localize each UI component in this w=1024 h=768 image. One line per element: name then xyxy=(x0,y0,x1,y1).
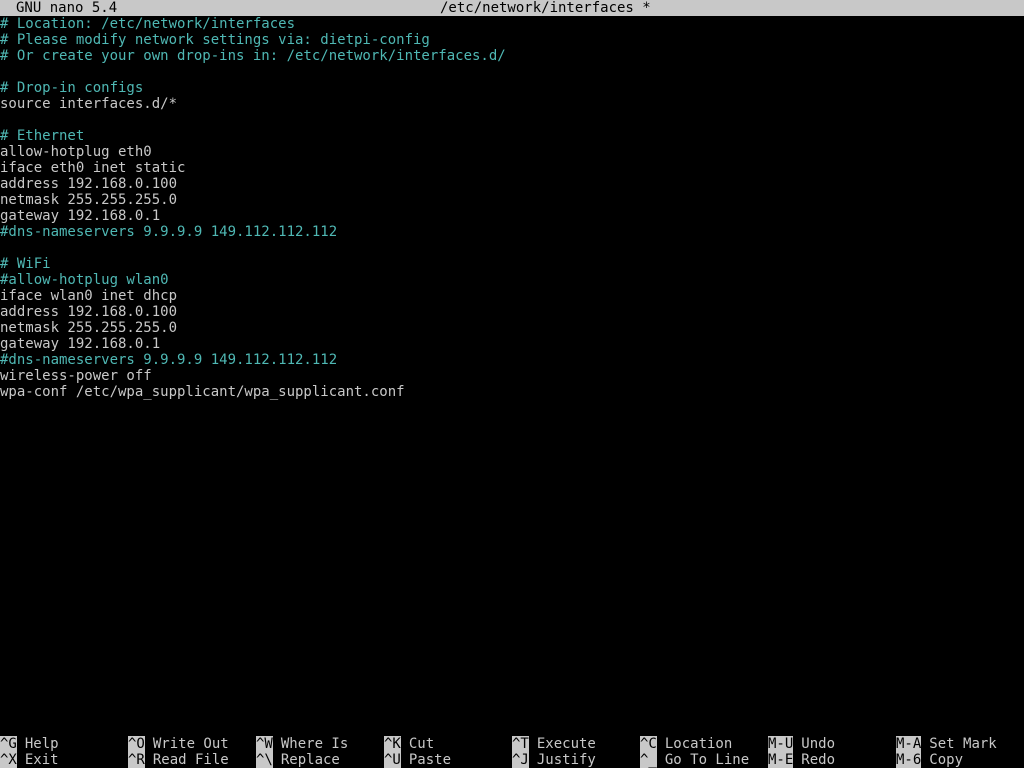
shortcut-label: Help xyxy=(24,736,59,752)
shortcut-key: ^R xyxy=(128,752,145,768)
editor-line[interactable] xyxy=(0,240,1024,256)
shortcut-key: ^G xyxy=(0,736,17,752)
editor-line[interactable] xyxy=(0,112,1024,128)
shortcut-key: ^K xyxy=(384,736,401,752)
shortcut-key: ^X xyxy=(0,752,17,768)
shortcut-key: ^C xyxy=(640,736,657,752)
shortcut-paste[interactable]: ^U Paste xyxy=(384,752,451,768)
shortcut-key: ^\ xyxy=(256,752,273,768)
editor-line[interactable]: allow-hotplug eth0 xyxy=(0,144,1024,160)
editor-line[interactable]: # WiFi xyxy=(0,256,1024,272)
shortcut-key: ^W xyxy=(256,736,273,752)
editor-area[interactable]: # Location: /etc/network/interfaces # Pl… xyxy=(0,16,1024,400)
editor-line[interactable]: # Please modify network settings via: di… xyxy=(0,32,1024,48)
editor-line[interactable]: source interfaces.d/* xyxy=(0,96,1024,112)
shortcut-label: Redo xyxy=(801,752,836,768)
editor-line[interactable]: #allow-hotplug wlan0 xyxy=(0,272,1024,288)
editor-line[interactable]: # Drop-in configs xyxy=(0,80,1024,96)
shortcut-label: Copy xyxy=(929,752,964,768)
app-name: GNU nano 5.4 xyxy=(16,0,118,16)
editor-line[interactable]: wireless-power off xyxy=(0,368,1024,384)
editor-line[interactable]: #dns-nameservers 9.9.9.9 149.112.112.112 xyxy=(0,352,1024,368)
shortcut-label: Exit xyxy=(24,752,59,768)
shortcut-set-mark[interactable]: M-A Set Mark xyxy=(896,736,997,752)
editor-line[interactable] xyxy=(0,64,1024,80)
shortcut-label: Read File xyxy=(152,752,229,768)
shortcut-help[interactable]: ^G Help xyxy=(0,736,59,752)
editor-line[interactable]: wpa-conf /etc/wpa_supplicant/wpa_supplic… xyxy=(0,384,1024,400)
shortcut-key: M-A xyxy=(896,736,922,752)
shortcut-label: Write Out xyxy=(152,736,229,752)
shortcut-label: Set Mark xyxy=(929,736,997,752)
editor-line[interactable]: # Or create your own drop-ins in: /etc/n… xyxy=(0,48,1024,64)
shortcut-redo[interactable]: M-E Redo xyxy=(768,752,835,768)
shortcut-key: M-E xyxy=(768,752,794,768)
shortcut-label: Where Is xyxy=(280,736,349,752)
shortcut-label: Location xyxy=(664,736,733,752)
shortcut-label: Paste xyxy=(408,752,452,768)
editor-line[interactable]: iface eth0 inet static xyxy=(0,160,1024,176)
shortcut-where-is[interactable]: ^W Where Is xyxy=(256,736,348,752)
shortcut-execute[interactable]: ^T Execute xyxy=(512,736,596,752)
editor-line[interactable]: netmask 255.255.255.0 xyxy=(0,192,1024,208)
editor-line[interactable]: address 192.168.0.100 xyxy=(0,176,1024,192)
shortcut-key: ^J xyxy=(512,752,529,768)
shortcut-replace[interactable]: ^\ Replace xyxy=(256,752,340,768)
shortcut-cut[interactable]: ^K Cut xyxy=(384,736,434,752)
shortcut-justify[interactable]: ^J Justify xyxy=(512,752,596,768)
shortcut-key: ^O xyxy=(128,736,145,752)
shortcut-label: Execute xyxy=(536,736,596,752)
editor-line[interactable]: address 192.168.0.100 xyxy=(0,304,1024,320)
editor-line[interactable]: gateway 192.168.0.1 xyxy=(0,208,1024,224)
editor-line[interactable]: # Ethernet xyxy=(0,128,1024,144)
title-bar: GNU nano 5.4 /etc/network/interfaces * xyxy=(0,0,1024,16)
shortcut-label: Undo xyxy=(801,736,836,752)
shortcut-go-to-line[interactable]: ^_ Go To Line xyxy=(640,752,749,768)
shortcut-read-file[interactable]: ^R Read File xyxy=(128,752,229,768)
shortcut-key: M-6 xyxy=(896,752,922,768)
editor-line[interactable]: iface wlan0 inet dhcp xyxy=(0,288,1024,304)
shortcut-location[interactable]: ^C Location xyxy=(640,736,732,752)
shortcut-exit[interactable]: ^X Exit xyxy=(0,752,59,768)
shortcut-key: ^_ xyxy=(640,752,657,768)
shortcut-label: Justify xyxy=(536,752,596,768)
shortcut-key: M-U xyxy=(768,736,794,752)
shortcut-label: Go To Line xyxy=(664,752,750,768)
editor-line[interactable]: # Location: /etc/network/interfaces xyxy=(0,16,1024,32)
shortcut-write-out[interactable]: ^O Write Out xyxy=(128,736,229,752)
shortcut-label: Cut xyxy=(408,736,435,752)
shortcut-key: ^U xyxy=(384,752,401,768)
editor-line[interactable]: netmask 255.255.255.0 xyxy=(0,320,1024,336)
shortcut-bar: ^G Help ^O Write Out ^W Where Is ^K Cut ^T Ex… xyxy=(0,736,1024,768)
shortcut-copy[interactable]: M-6 Copy xyxy=(896,752,963,768)
shortcut-undo[interactable]: M-U Undo xyxy=(768,736,835,752)
shortcut-label: Replace xyxy=(280,752,340,768)
shortcut-key: ^T xyxy=(512,736,529,752)
editor-line[interactable]: #dns-nameservers 9.9.9.9 149.112.112.112 xyxy=(0,224,1024,240)
editor-line[interactable]: gateway 192.168.0.1 xyxy=(0,336,1024,352)
file-name: /etc/network/interfaces * xyxy=(440,0,651,16)
